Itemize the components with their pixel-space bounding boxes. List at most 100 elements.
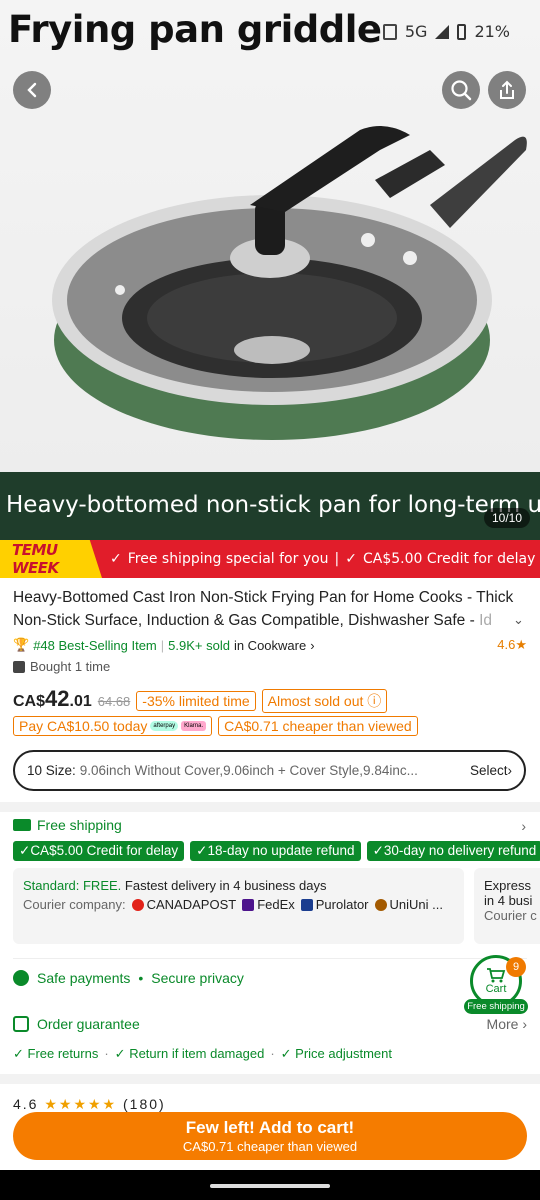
hero-title: Frying pan griddle <box>8 8 382 51</box>
bought-row: Bought 1 time <box>13 659 110 674</box>
feature-text: Free returns <box>27 1046 99 1061</box>
promo-banner[interactable]: TEMU WEEK ✓ Free shipping special for yo… <box>0 540 540 578</box>
chevron-right-icon[interactable]: › <box>521 818 526 834</box>
banner-text: ✓ Free shipping special for you | ✓ CA$5… <box>102 551 535 567</box>
cheaper-badge: CA$0.71 cheaper than viewed <box>218 716 418 736</box>
express-text: in 4 busi <box>484 893 533 908</box>
vibrate-icon <box>382 23 397 40</box>
section-divider <box>0 1074 540 1084</box>
canadapost-icon <box>131 899 144 911</box>
back-button[interactable] <box>13 71 51 109</box>
category-link: in Cookware <box>233 637 307 653</box>
uniuni-icon <box>374 899 387 911</box>
safe-payments-row[interactable]: Safe payments • Secure privacy <box>13 970 244 986</box>
product-title-text: Heavy-Bottomed Cast Iron Non-Stick Fryin… <box>13 589 514 629</box>
help-icon: ⓘ <box>367 693 382 709</box>
divider-line <box>13 958 527 959</box>
signal-icon <box>435 24 450 39</box>
check-icon: ✓ <box>345 551 357 567</box>
product-title[interactable]: Heavy-Bottomed Cast Iron Non-Stick Fryin… <box>13 586 518 632</box>
carrier-list: Courier company: CANADAPOST FedEx Purola… <box>23 897 454 912</box>
price: CA$42.01 <box>13 686 92 712</box>
rating-summary[interactable]: 4.6★ <box>497 637 527 653</box>
network-label: 5G <box>404 22 428 41</box>
dot-separator: · <box>270 1046 275 1061</box>
carrier-fedex: FedEx <box>242 897 295 912</box>
share-button[interactable] <box>488 71 526 109</box>
temu-week-tag: TEMU WEEK <box>0 540 102 578</box>
feature-free-returns: ✓ Free returns <box>13 1046 99 1061</box>
home-handle[interactable] <box>210 1184 330 1188</box>
size-label: 10 Size: <box>27 763 76 778</box>
cta-sub-label: CA$0.71 cheaper than viewed <box>182 1139 358 1154</box>
feature-text: Price adjustment <box>295 1046 392 1061</box>
size-selector[interactable]: 10 Size: 9.06inch Without Cover,9.06inch… <box>13 750 526 791</box>
feature-price-adjust: ✓ Price adjustment <box>280 1046 392 1061</box>
search-button[interactable] <box>442 71 480 109</box>
add-to-cart-button[interactable]: Few left! Add to cart! CA$0.71 cheaper t… <box>13 1112 527 1160</box>
stock-badge[interactable]: Almost sold out ⓘ <box>261 689 388 713</box>
express-courier: Courier c <box>484 908 537 923</box>
afterpay-logo: afterpay <box>150 721 179 731</box>
floating-cart[interactable]: Cart 9 Free shipping <box>464 955 528 1015</box>
carrier-name: UniUni ... <box>389 897 443 912</box>
carrier-canadapost: CANADAPOST <box>131 897 237 912</box>
section-divider <box>0 802 540 812</box>
courier-label: Courier company: <box>23 897 126 912</box>
cart-free-shipping: Free shipping <box>464 999 528 1014</box>
order-guarantee-row[interactable]: Order guarantee <box>13 1016 140 1032</box>
banner-separator: | <box>334 551 340 567</box>
dot-separator: • <box>138 970 144 986</box>
discount-badge: -35% limited time <box>136 691 256 711</box>
installment-badge[interactable]: Pay CA$10.50 today afterpay Klarna. <box>13 716 213 736</box>
express-shipping-card[interactable]: Express in 4 busi Courier c <box>474 868 540 944</box>
product-image[interactable]: Frying pan griddle 5G 21% Heavy-bottomed… <box>0 0 540 540</box>
shipping-header[interactable]: Free shipping <box>13 817 122 833</box>
product-title-more: Id <box>479 612 493 629</box>
chevron-down-icon[interactable]: ⌄ <box>513 612 524 628</box>
battery-icon <box>457 23 467 40</box>
chevron-left-icon <box>27 82 37 98</box>
order-guarantee-title: Order guarantee <box>37 1016 140 1032</box>
shield-icon <box>13 970 29 986</box>
carrier-name: CANADAPOST <box>146 897 237 912</box>
perk-pill: ✓18-day no update refund <box>190 841 361 861</box>
bag-icon <box>13 660 25 673</box>
truck-icon <box>13 819 31 831</box>
klarna-logo: Klarna. <box>181 721 207 731</box>
carrier-name: Purolator <box>315 897 369 912</box>
reviews-peek[interactable]: 4.6 ★★★★★ (180) <box>13 1096 166 1113</box>
share-icon <box>500 80 514 99</box>
standard-shipping-card[interactable]: Standard: FREE. Fastest delivery in 4 bu… <box>13 868 464 944</box>
bought-count: Bought 1 time <box>30 659 111 674</box>
guarantee-icon <box>13 1016 29 1032</box>
pay-today: Pay CA$10.50 today <box>19 718 148 734</box>
stock-text: Almost sold out <box>267 693 364 709</box>
guarantee-features: ✓ Free returns · ✓ Return if item damage… <box>13 1046 392 1062</box>
search-icon <box>451 80 472 101</box>
perk-text: 30-day no delivery refund <box>383 843 537 858</box>
rank-row[interactable]: 🏆 #48 Best-Selling Item | 5.9K+ sold in … <box>13 637 315 653</box>
more-link[interactable]: More › <box>487 1016 527 1032</box>
dot-separator: · <box>104 1046 109 1061</box>
feature-text: Return if item damaged <box>129 1046 265 1061</box>
price-row: CA$42.01 64.68 -35% limited time Almost … <box>13 686 388 713</box>
separator: | <box>160 637 165 653</box>
cta-main-label: Few left! Add to cart! <box>185 1118 355 1137</box>
perk-pill: ✓30-day no delivery refund <box>366 841 540 861</box>
price-whole: 42 <box>45 686 70 711</box>
original-price: 64.68 <box>97 694 131 709</box>
carrier-purolator: Purolator <box>300 897 369 912</box>
status-bar: 5G 21% <box>382 22 510 41</box>
check-icon: ✓ <box>110 551 122 567</box>
perk-text: CA$5.00 Credit for delay <box>30 843 179 858</box>
system-nav-bar <box>0 1170 540 1200</box>
safe-payments: Safe payments <box>37 970 131 986</box>
express-label: Express <box>484 878 531 893</box>
carrier-uniuni: UniUni ... <box>374 897 443 912</box>
best-seller-rank: #48 Best-Selling Item <box>33 637 157 653</box>
shipping-perks: ✓CA$5.00 Credit for delay ✓18-day no upd… <box>13 841 540 861</box>
banner-item-shipping: Free shipping special for you <box>127 551 329 567</box>
standard-label: Standard: FREE. <box>23 878 122 893</box>
cart-icon <box>487 968 506 983</box>
